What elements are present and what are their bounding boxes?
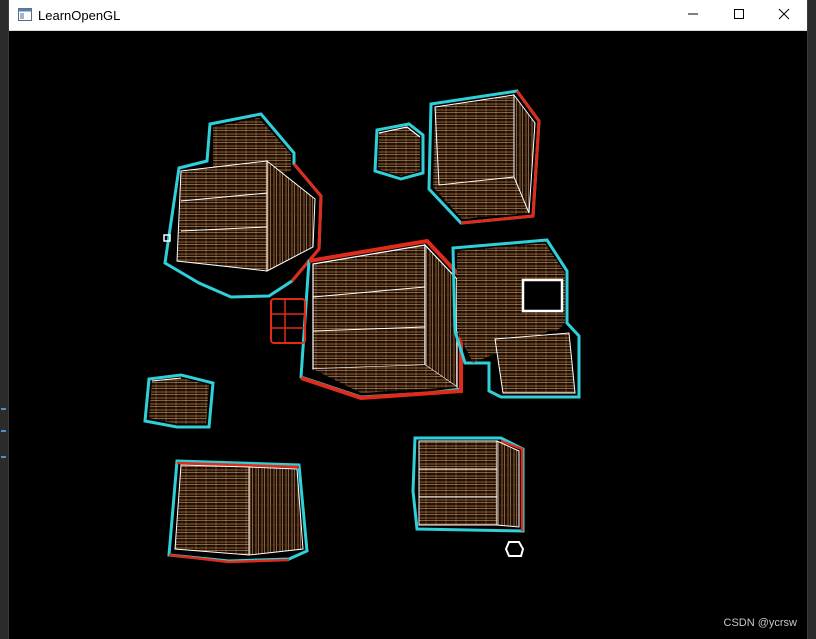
crate-top-right xyxy=(427,89,541,225)
maximize-button[interactable] xyxy=(716,0,762,31)
minimize-button[interactable] xyxy=(670,0,716,31)
opengl-viewport[interactable]: CSDN @ycrsw xyxy=(9,31,807,639)
maximize-icon xyxy=(733,7,745,25)
title-bar[interactable]: LearnOpenGL xyxy=(9,0,807,31)
crate-upper-left-cluster xyxy=(163,112,323,299)
background-window-marks xyxy=(0,400,8,500)
close-icon xyxy=(778,7,790,25)
close-button[interactable] xyxy=(761,0,807,31)
crate-center-large xyxy=(299,238,463,401)
scene-render xyxy=(143,89,581,564)
watermark: CSDN @ycrsw xyxy=(723,617,798,629)
crate-bottom-left xyxy=(167,459,309,564)
red-grid-square xyxy=(270,298,306,344)
learnopengl-window: LearnOpenGL CSDN @ycrsw xyxy=(8,0,808,639)
crate-bottom-right xyxy=(411,436,525,533)
background-window-left-edge xyxy=(0,0,8,639)
crate-right xyxy=(451,238,581,399)
background-window-right-edge xyxy=(808,0,816,639)
minimize-icon xyxy=(687,7,699,25)
white-outline-square xyxy=(521,278,564,313)
crate-small-left xyxy=(143,373,215,429)
white-hex-outline xyxy=(504,541,525,557)
crate-small-top xyxy=(373,122,425,181)
window-title: LearnOpenGL xyxy=(38,8,121,23)
app-window-icon xyxy=(18,8,32,21)
